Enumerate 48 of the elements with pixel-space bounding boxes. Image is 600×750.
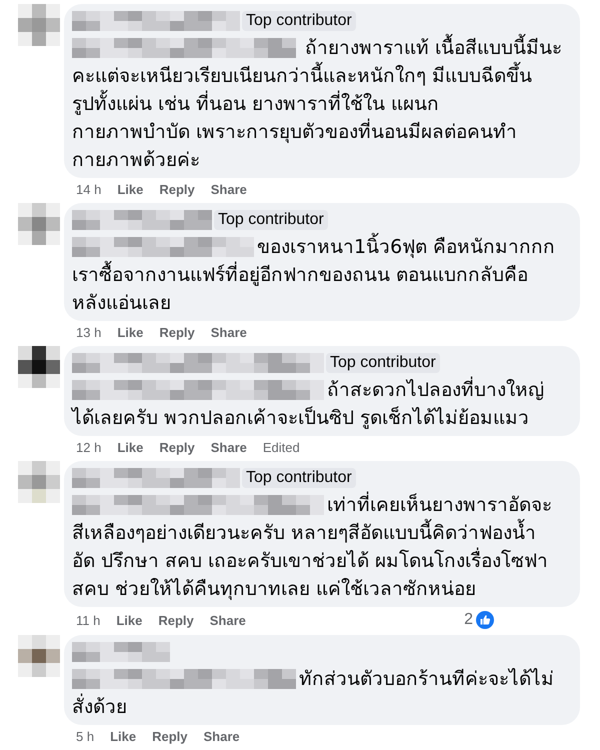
comment-text-line: ทักส่วนตัวบอกร้านทีค่ะจะได้ไม่ <box>299 667 554 692</box>
comment-text-line: กายภาพบำบัด เพราะการยุบตัวของที่นอนมีผลต่อคนทำ <box>72 118 518 146</box>
like-link[interactable]: Like <box>117 440 144 455</box>
comment-text-line: สคบ ช่วยให้ได้คืนทุกบาทเลย แค่ใช้เวลาซักหน่อย <box>72 577 476 602</box>
pixelated-avatar-drawing <box>18 635 60 677</box>
like-link[interactable]: Like <box>116 612 142 628</box>
pixelated-avatar-drawing <box>18 4 60 46</box>
comment-text-line: คะแต่จะเหนียวเรียบเนียนกว่านี้และหนักใกๆ มีแบบฉีดขึ้น <box>72 62 532 90</box>
reply-link[interactable]: Reply <box>159 440 195 455</box>
comment-text-line: สั่งด้วย <box>72 693 127 721</box>
share-link[interactable]: Share <box>210 182 247 197</box>
edited-label: Edited <box>262 440 300 455</box>
like-link[interactable]: Like <box>117 325 144 340</box>
comment-text-line: ของเราหนา1นิ้ว6ฟุต คือหนักมากกก <box>257 233 556 261</box>
share-link[interactable]: Share <box>204 729 240 744</box>
reply-link[interactable]: Reply <box>152 729 188 744</box>
share-link[interactable]: Share <box>210 440 247 455</box>
top-contributor-badge: Top contributor <box>242 11 356 31</box>
reply-link[interactable]: Reply <box>159 325 195 340</box>
share-link[interactable]: Share <box>210 612 246 628</box>
comment-time: 13 h <box>76 325 102 340</box>
comment-time: 11 h <box>76 612 100 628</box>
comment-text-line: ถ้าสะดวกไปลองที่บางใหญ่ <box>327 376 544 404</box>
like-link[interactable]: Like <box>110 729 136 744</box>
comment-text-line: หลังแอ่นเลย <box>72 291 171 316</box>
comment-time: 5 h <box>76 729 94 744</box>
top-contributor-badge: Top contributor <box>242 468 356 488</box>
reply-link[interactable]: Reply <box>158 612 194 628</box>
reaction-count: 2 <box>464 611 473 629</box>
top-contributor-badge: Top contributor <box>326 353 440 373</box>
top-contributor-badge: Top contributor <box>214 210 328 230</box>
pixelated-avatar-drawing <box>18 203 60 245</box>
comment-text-line: เราซื้อจากงานแฟร์ที่อยู่อีกฟากของถนน ตอนแบกกลับคือ <box>72 261 528 289</box>
share-link[interactable]: Share <box>210 325 247 340</box>
comment-time: 14 h <box>76 182 102 197</box>
comment-time: 12 h <box>76 440 102 455</box>
comment-text-line: ได้เลยครับ พวกปลอกเค้าจะเป็นซิป รูดเช็กได้ไม่ย้อมแมว <box>72 405 530 431</box>
pixelated-avatar-drawing <box>18 346 60 388</box>
comment-text-line: กายภาพด้วยค่ะ <box>72 148 200 173</box>
reply-link[interactable]: Reply <box>159 182 195 197</box>
thumbs-up-icon[interactable] <box>476 611 494 629</box>
pixelated-avatar-drawing <box>18 461 60 503</box>
comment-text-line: เท่าที่เคยเห็นยางพาราอัดจะ <box>327 491 552 519</box>
comment-text-line: ถ้ายางพาราแท้ เนื้อสีแบบนี้มีนะ <box>305 34 562 62</box>
comment-text-line: อัด ปรึกษา สคบ เถอะครับเขาช่วยได้ ผมโดนโกงเรื่องโซฟา <box>72 547 548 575</box>
comment-text-line: สีเหลืองๆอย่างเดียวนะครับ หลายๆสีอัดแบบนี้คิดว่าฟองน้ำ <box>72 519 536 547</box>
comment-text-line: รูปทั้งแผ่น เช่น ที่นอน ยางพาราที่ใช้ใน แผนก <box>72 90 440 118</box>
like-link[interactable]: Like <box>117 182 144 197</box>
